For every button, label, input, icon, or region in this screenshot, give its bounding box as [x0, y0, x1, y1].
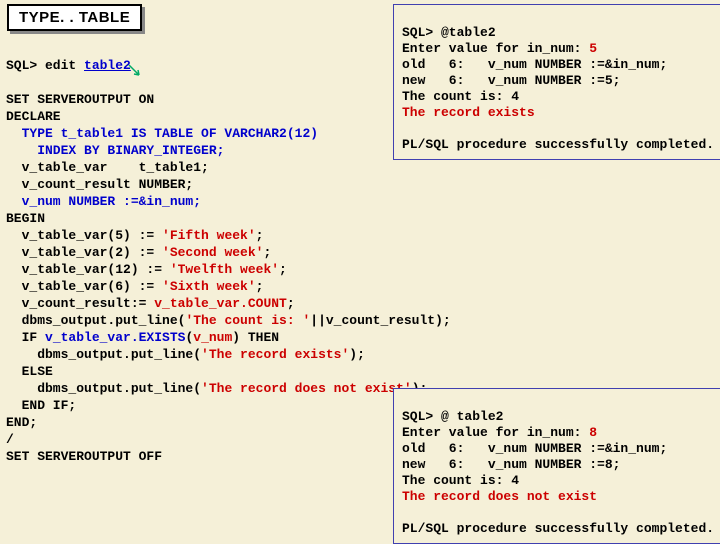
edit-prefix: SQL> edit	[6, 58, 84, 73]
code-l12a: v_table_var(6) :=	[6, 279, 162, 294]
code-l13c: ;	[287, 296, 295, 311]
code-l1: SET SERVEROUTPUT ON	[6, 92, 154, 107]
code-l10b: 'Second week'	[162, 245, 263, 260]
code-l9a: v_table_var(5) :=	[6, 228, 162, 243]
code-l14a: dbms_output.put_line(	[6, 313, 185, 328]
code-l16b: 'The record exists'	[201, 347, 349, 362]
out2-l2b: 8	[589, 425, 597, 440]
code-l15e: ) THEN	[232, 330, 279, 345]
code-l16c: );	[349, 347, 365, 362]
output-box-2: SQL> @ table2 Enter value for in_num: 8 …	[393, 388, 720, 544]
out2-l2a: Enter value for in_num:	[402, 425, 589, 440]
code-l11b: 'Twelfth week'	[170, 262, 279, 277]
out2-l1: SQL> @ table2	[402, 409, 503, 424]
code-l22: SET SERVEROUTPUT OFF	[6, 449, 162, 464]
code-l13b: v_table_var.COUNT	[154, 296, 287, 311]
out2-l4: new 6: v_num NUMBER :=8;	[402, 457, 620, 472]
code-l5: v_table_var t_table1;	[6, 160, 209, 175]
code-l15a: IF	[6, 330, 45, 345]
code-l13a: v_count_result:=	[6, 296, 154, 311]
edit-link[interactable]: table2	[84, 58, 131, 73]
out1-l1: SQL> @table2	[402, 25, 496, 40]
edit-line: SQL> edit table2	[6, 58, 131, 73]
out2-l7: PL/SQL procedure successfully completed.	[402, 521, 714, 536]
code-l14b: 'The count is: '	[185, 313, 310, 328]
code-l11c: ;	[279, 262, 287, 277]
code-l8: BEGIN	[6, 211, 45, 226]
code-l18a: dbms_output.put_line(	[6, 381, 201, 396]
title-text: TYPE. . TABLE	[19, 9, 130, 26]
code-l19: END IF;	[6, 398, 76, 413]
title-box: TYPE. . TABLE	[7, 4, 142, 31]
code-l4: INDEX BY BINARY_INTEGER;	[6, 143, 224, 158]
out2-l3: old 6: v_num NUMBER :=&in_num;	[402, 441, 667, 456]
code-l12b: 'Sixth week'	[162, 279, 256, 294]
code-l14c: ||v_count_result);	[310, 313, 450, 328]
code-l6: v_count_result NUMBER;	[6, 177, 193, 192]
out1-l2b: 5	[589, 41, 597, 56]
code-block: SQL> edit table2 SET SERVEROUTPUT ON DEC…	[6, 40, 451, 465]
code-l10c: ;	[263, 245, 271, 260]
code-l7: v_num NUMBER :=&in_num;	[6, 194, 201, 209]
code-l15d: v_num	[193, 330, 232, 345]
code-l16a: dbms_output.put_line(	[6, 347, 201, 362]
code-l21: /	[6, 432, 14, 447]
code-l2: DECLARE	[6, 109, 61, 124]
code-l20: END;	[6, 415, 37, 430]
code-l9c: ;	[256, 228, 264, 243]
code-l9b: 'Fifth week'	[162, 228, 256, 243]
out2-l6: The record does not exist	[402, 489, 597, 504]
code-l12c: ;	[256, 279, 264, 294]
code-l18b: 'The record does not exist'	[201, 381, 412, 396]
code-l10a: v_table_var(2) :=	[6, 245, 162, 260]
code-l15b: v_table_var.EXISTS	[45, 330, 185, 345]
code-l11a: v_table_var(12) :=	[6, 262, 170, 277]
code-l17: ELSE	[6, 364, 53, 379]
code-l3: TYPE t_table1 IS TABLE OF VARCHAR2(12)	[6, 126, 318, 141]
out2-l5: The count is: 4	[402, 473, 519, 488]
